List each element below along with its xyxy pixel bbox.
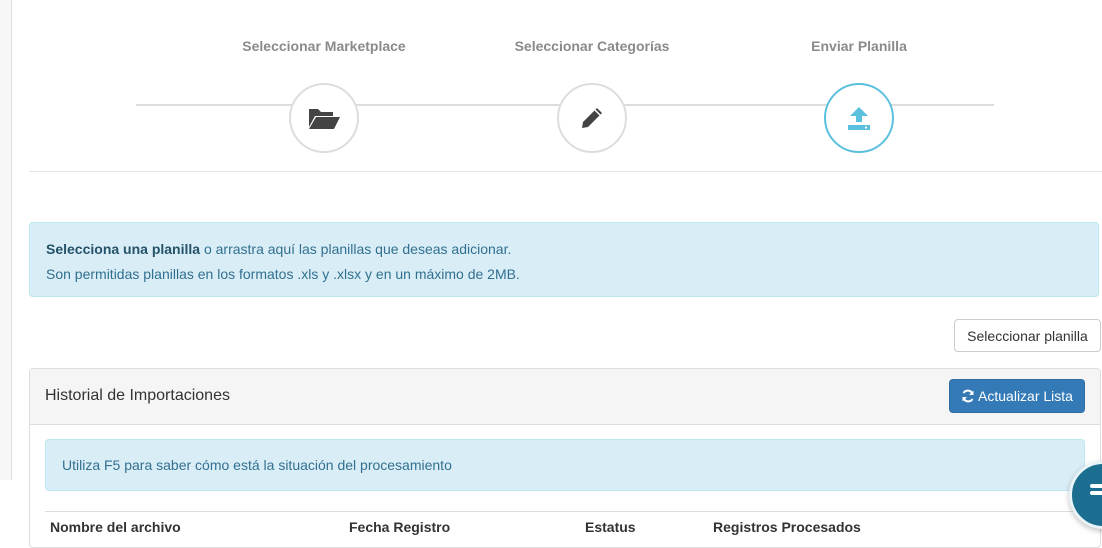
import-history-panel: Historial de Importaciones Actualizar Li… [29,368,1101,548]
upload-icon [848,107,870,130]
dropzone-line1: Selecciona una planilla o arrastra aquí … [46,240,1082,258]
step-marketplace-button[interactable] [289,83,359,153]
step-title-enviar: Enviar Planilla [811,38,907,54]
processing-info-alert: Utiliza F5 para saber cómo está la situa… [45,439,1085,491]
dropzone-line1-rest: o arrastra aquí las planillas que deseas… [200,241,512,257]
column-header-filename[interactable]: Nombre del archivo [50,519,181,535]
upload-dropzone[interactable]: Selecciona una planilla o arrastra aquí … [29,222,1099,297]
step-categorias-button[interactable] [557,83,627,153]
left-rail [0,0,12,480]
step-title-categorias: Seleccionar Categorías [514,38,670,54]
column-header-status[interactable]: Estatus [585,519,636,535]
step-enviar-button[interactable] [824,83,894,153]
dropzone-line2: Son permitidas planillas en los formatos… [46,266,520,282]
pencil-icon [582,108,602,128]
chat-icon [1090,484,1102,498]
panel-header: Historial de Importaciones Actualizar Li… [30,369,1100,425]
panel-title: Historial de Importaciones [45,387,230,404]
column-header-date[interactable]: Fecha Registro [349,519,450,535]
refresh-icon [962,389,974,403]
refresh-list-label: Actualizar Lista [978,388,1073,404]
column-header-processed[interactable]: Registros Procesados [713,519,861,535]
refresh-list-button[interactable]: Actualizar Lista [949,379,1085,413]
section-divider [29,171,1102,172]
step-title-marketplace: Seleccionar Marketplace [242,38,406,54]
select-file-button[interactable]: Seleccionar planilla [954,319,1101,352]
history-table-header: Nombre del archivo Fecha Registro Estatu… [45,511,1085,547]
folder-open-icon [309,109,340,129]
dropzone-bold-text: Selecciona una planilla [46,241,201,257]
